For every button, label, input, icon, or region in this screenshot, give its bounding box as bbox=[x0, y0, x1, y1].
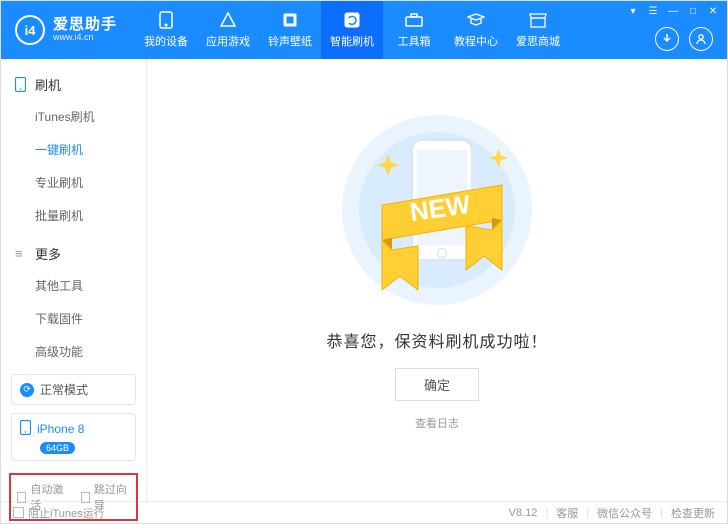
storage-badge: 64GB bbox=[40, 442, 75, 454]
nav-label: 铃声壁纸 bbox=[268, 33, 312, 49]
brand-url: www.i4.cn bbox=[53, 33, 117, 43]
success-illustration: NEW bbox=[337, 110, 537, 310]
checkbox-icon bbox=[13, 507, 24, 518]
user-icon[interactable] bbox=[689, 27, 713, 51]
checkbox-icon bbox=[17, 492, 26, 503]
nav-my-device[interactable]: 我的设备 bbox=[135, 1, 197, 59]
sidebar-item-oneclick-flash[interactable]: 一键刷机 bbox=[1, 133, 146, 166]
mode-indicator[interactable]: ⟳ 正常模式 bbox=[11, 374, 136, 405]
nav-label: 教程中心 bbox=[454, 33, 498, 49]
refresh-icon: ⟳ bbox=[20, 383, 34, 397]
nav-tutorials[interactable]: 教程中心 bbox=[445, 1, 507, 59]
section-title: 刷机 bbox=[35, 75, 61, 94]
sidebar-item-advanced[interactable]: 高级功能 bbox=[1, 335, 146, 368]
window-controls: ▾ ☰ — □ ✕ bbox=[625, 3, 721, 19]
sidebar: 刷机 iTunes刷机 一键刷机 专业刷机 批量刷机 ≡ 更多 其他工具 下载固… bbox=[1, 59, 147, 501]
nav-apps[interactable]: 应用游戏 bbox=[197, 1, 259, 59]
mode-label: 正常模式 bbox=[40, 381, 88, 398]
nav-store[interactable]: 爱思商城 bbox=[507, 1, 569, 59]
sidebar-item-batch-flash[interactable]: 批量刷机 bbox=[1, 199, 146, 232]
download-icon[interactable] bbox=[655, 27, 679, 51]
nav-ringtones[interactable]: 铃声壁纸 bbox=[259, 1, 321, 59]
view-log-link[interactable]: 查看日志 bbox=[415, 415, 459, 431]
device-phone-icon bbox=[20, 420, 31, 438]
toolbox-icon bbox=[405, 11, 423, 29]
ok-button[interactable]: 确定 bbox=[395, 368, 479, 401]
more-icon: ≡ bbox=[15, 246, 29, 261]
apps-icon bbox=[219, 11, 237, 29]
nav-flash[interactable]: 智能刷机 bbox=[321, 1, 383, 59]
device-name: iPhone 8 bbox=[37, 422, 84, 436]
sidebar-item-itunes-flash[interactable]: iTunes刷机 bbox=[1, 100, 146, 133]
tutorial-icon bbox=[467, 11, 485, 29]
store-icon bbox=[529, 11, 547, 29]
app-logo: i4 爱思助手 www.i4.cn bbox=[15, 15, 135, 45]
checkbox-icon bbox=[81, 492, 90, 503]
sidebar-item-other-tools[interactable]: 其他工具 bbox=[1, 269, 146, 302]
device-card[interactable]: iPhone 8 64GB bbox=[11, 413, 136, 461]
sidebar-section-more: ≡ 更多 bbox=[1, 238, 146, 269]
status-bar: 阻止iTunes运行 V8.12 | 客服 | 微信公众号 | 检查更新 bbox=[1, 501, 727, 523]
nav-label: 工具箱 bbox=[398, 33, 431, 49]
device-icon bbox=[157, 11, 175, 29]
version-label: V8.12 bbox=[509, 507, 538, 519]
title-bar: i4 爱思助手 www.i4.cn 我的设备 应用游戏 铃声壁纸 智能刷机 工具… bbox=[1, 1, 727, 59]
checkbox-label: 阻止iTunes运行 bbox=[28, 505, 105, 521]
logo-icon: i4 bbox=[15, 15, 45, 45]
sidebar-item-download-firmware[interactable]: 下载固件 bbox=[1, 302, 146, 335]
section-title: 更多 bbox=[35, 244, 61, 263]
flash-icon bbox=[343, 11, 361, 29]
separator: | bbox=[586, 507, 589, 519]
nav-label: 爱思商城 bbox=[516, 33, 560, 49]
nav-toolbox[interactable]: 工具箱 bbox=[383, 1, 445, 59]
brand-name: 爱思助手 bbox=[53, 17, 117, 34]
checkbox-block-itunes[interactable]: 阻止iTunes运行 bbox=[13, 505, 105, 521]
menu-icon[interactable]: ☰ bbox=[645, 3, 661, 19]
close-icon[interactable]: ✕ bbox=[705, 3, 721, 19]
sidebar-item-pro-flash[interactable]: 专业刷机 bbox=[1, 166, 146, 199]
separator: | bbox=[545, 507, 548, 519]
nav-label: 我的设备 bbox=[144, 33, 188, 49]
minimize-icon[interactable]: — bbox=[665, 3, 681, 19]
support-link[interactable]: 客服 bbox=[556, 505, 578, 521]
separator: | bbox=[660, 507, 663, 519]
wechat-link[interactable]: 微信公众号 bbox=[597, 505, 652, 521]
nav-label: 智能刷机 bbox=[330, 33, 374, 49]
phone-icon bbox=[15, 77, 29, 92]
ringtone-icon bbox=[281, 11, 299, 29]
success-message: 恭喜您，保资料刷机成功啦！ bbox=[326, 328, 547, 352]
check-update-link[interactable]: 检查更新 bbox=[671, 505, 715, 521]
top-nav: 我的设备 应用游戏 铃声壁纸 智能刷机 工具箱 教程中心 爱思商城 bbox=[135, 1, 569, 59]
maximize-icon[interactable]: □ bbox=[685, 3, 701, 19]
header-actions bbox=[655, 27, 713, 51]
main-content: NEW 恭喜您，保资料刷机成功啦！ 确定 查看日志 bbox=[147, 59, 727, 501]
nav-label: 应用游戏 bbox=[206, 33, 250, 49]
tray-icon[interactable]: ▾ bbox=[625, 3, 641, 19]
sidebar-section-flash: 刷机 bbox=[1, 69, 146, 100]
